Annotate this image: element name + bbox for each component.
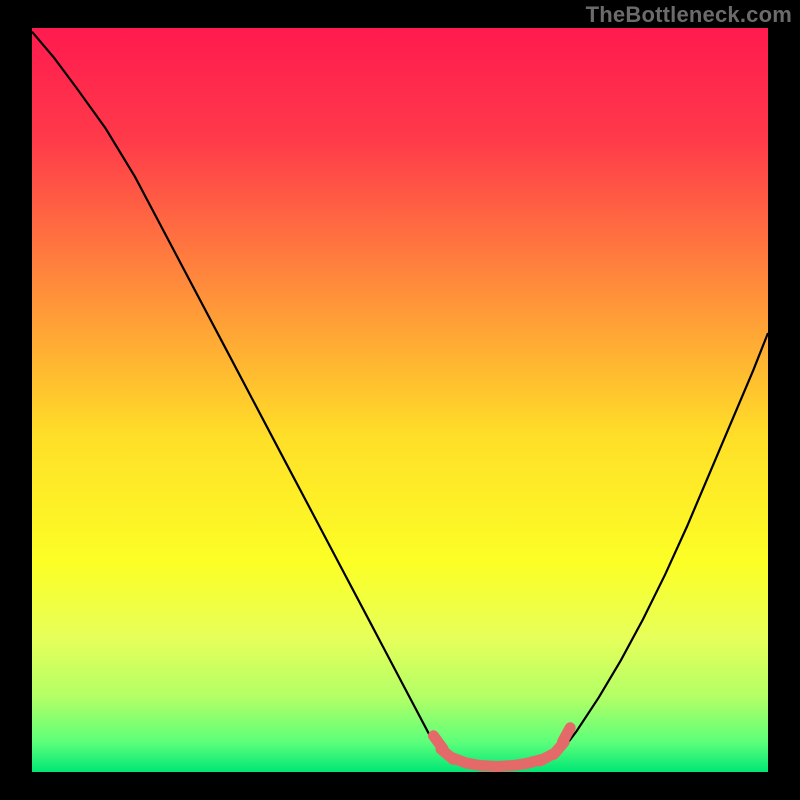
watermark-label: TheBottleneck.com — [586, 2, 792, 28]
bottleneck-chart — [0, 0, 800, 800]
valley-marker — [563, 728, 571, 742]
chart-frame: TheBottleneck.com — [0, 0, 800, 800]
plot-background — [32, 28, 768, 772]
